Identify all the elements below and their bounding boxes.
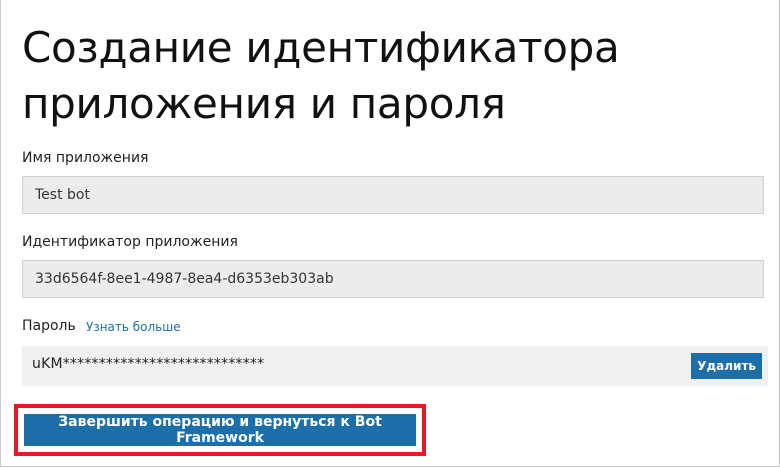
- app-name-field[interactable]: [22, 176, 764, 214]
- password-label: Пароль: [22, 318, 76, 334]
- password-row: uKM**************************** Удалить: [22, 346, 768, 386]
- finish-button-highlight: Завершить операцию и вернуться к Bot Fra…: [14, 404, 426, 456]
- app-name-label: Имя приложения: [22, 150, 149, 166]
- page-title: Создание идентификатора приложения и пар…: [22, 23, 620, 128]
- delete-password-button[interactable]: Удалить: [691, 353, 762, 379]
- learn-more-link[interactable]: Узнать больше: [86, 320, 181, 334]
- app-id-field[interactable]: [22, 260, 764, 298]
- finish-button[interactable]: Завершить операцию и вернуться к Bot Fra…: [24, 414, 416, 446]
- password-value: uKM****************************: [32, 356, 265, 372]
- app-id-label: Идентификатор приложения: [22, 234, 238, 250]
